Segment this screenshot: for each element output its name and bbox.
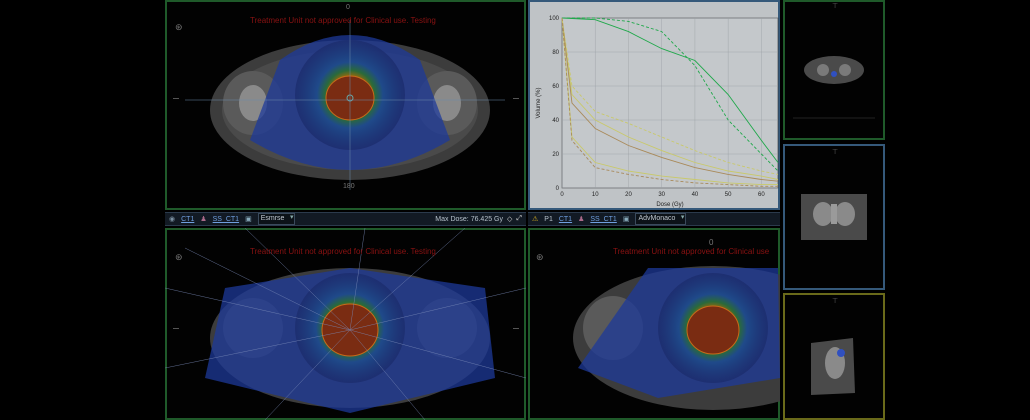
- x-tick-label: 40: [692, 192, 699, 198]
- structure-set-link[interactable]: SS_CT1: [590, 216, 616, 223]
- x-tick-label: 60: [758, 192, 765, 198]
- p-label: P1: [544, 215, 553, 223]
- left-tick: [173, 98, 179, 99]
- max-dose-label: Max Dose: 76.425 Gy: [435, 215, 503, 223]
- viewport-axial-bottom-left[interactable]: Treatment Unit not approved for Clinical…: [165, 228, 526, 420]
- viewport-toolbar-left: ◉ CT1 ♟ SS_CT1 ▣ Esmrse Max Dose: 76.425…: [165, 212, 526, 226]
- y-tick-label: 60: [552, 84, 559, 90]
- y-tick-label: 100: [549, 16, 560, 22]
- right-tick: [513, 98, 519, 99]
- top-tick-icon: ⊤: [832, 3, 839, 10]
- thumbnail-axial[interactable]: ⊤: [783, 0, 885, 140]
- eye-icon[interactable]: ◉: [169, 215, 175, 223]
- thumbnail-coronal-image: [801, 194, 867, 240]
- top-tick-icon: ⊤: [832, 149, 839, 156]
- right-tick: [513, 328, 519, 329]
- x-tick-label: 30: [658, 192, 665, 198]
- clinical-warning-text: Treatment Unit not approved for Clinical…: [250, 16, 436, 25]
- ct-link[interactable]: CT1: [181, 216, 194, 223]
- x-axis-label: Dose (Gy): [656, 202, 683, 208]
- x-tick-label: 10: [592, 192, 599, 198]
- expand-icon[interactable]: ⤢: [516, 215, 522, 223]
- clinical-warning-text: Treatment Unit not approved for Clinical…: [250, 247, 436, 256]
- dvh-chart[interactable]: 0 20 40 60 80 100 0 10 20 30 40 50 60 Dose (Gy) Volume…: [528, 0, 780, 210]
- y-tick-label: 20: [552, 152, 559, 158]
- axial-ct-image: [185, 20, 505, 190]
- ct-link[interactable]: CT1: [559, 216, 572, 223]
- viewport-axial-top-left[interactable]: Treatment Unit not approved for Clinical…: [165, 0, 526, 210]
- orientation-icon[interactable]: ⊛: [536, 252, 544, 263]
- orientation-marker-bottom: 180: [343, 183, 355, 190]
- axial-ct-image: [165, 228, 526, 420]
- y-axis-label: Volume (%): [536, 87, 542, 118]
- orientation-marker-top: 0: [346, 4, 350, 11]
- viewport-toolbar-right: ⚠ P1 CT1 ♟ SS_CT1 ▣ AdvMonaco: [528, 212, 780, 226]
- y-tick-label: 80: [552, 50, 559, 56]
- dvh-chart-panel: 0 20 40 60 80 100 0 10 20 30 40 50 60 Dose (Gy) Volume…: [528, 0, 780, 210]
- thumbnail-sagittal-image: [811, 338, 855, 395]
- orientation-icon[interactable]: ⊛: [175, 22, 183, 33]
- plan-select[interactable]: Esmrse: [257, 213, 296, 225]
- thumbnail-coronal[interactable]: ⊤: [783, 144, 885, 290]
- structure-set-link[interactable]: SS_CT1: [213, 216, 239, 223]
- top-tick-icon: ⊤: [832, 298, 839, 305]
- left-tick: [173, 328, 179, 329]
- thumbnail-axial-image: [793, 56, 875, 119]
- structure-icon[interactable]: ♟: [200, 215, 206, 223]
- plan-icon: ▣: [245, 216, 252, 223]
- diamond-icon[interactable]: ◇: [507, 215, 512, 223]
- y-tick-label: 0: [556, 186, 560, 192]
- structure-icon[interactable]: ♟: [578, 215, 584, 223]
- plot-area: [561, 17, 779, 189]
- orientation-icon[interactable]: ⊛: [175, 252, 183, 263]
- thumbnail-sagittal[interactable]: ⊤: [783, 293, 885, 420]
- orientation-marker-top: 0: [709, 238, 714, 247]
- x-tick-label: 0: [560, 192, 564, 198]
- warning-icon: ⚠: [532, 216, 539, 223]
- clinical-warning-text: Treatment Unit not approved for Clinical…: [613, 247, 770, 256]
- y-tick-label: 40: [552, 118, 559, 124]
- plan-select[interactable]: AdvMonaco: [635, 213, 687, 225]
- x-tick-label: 50: [725, 192, 732, 198]
- x-tick-label: 20: [625, 192, 632, 198]
- axial-ct-image: [573, 266, 780, 410]
- viewport-axial-bottom-right[interactable]: Treatment Unit not approved for Clinical…: [528, 228, 780, 420]
- plan-icon: ▣: [622, 216, 630, 223]
